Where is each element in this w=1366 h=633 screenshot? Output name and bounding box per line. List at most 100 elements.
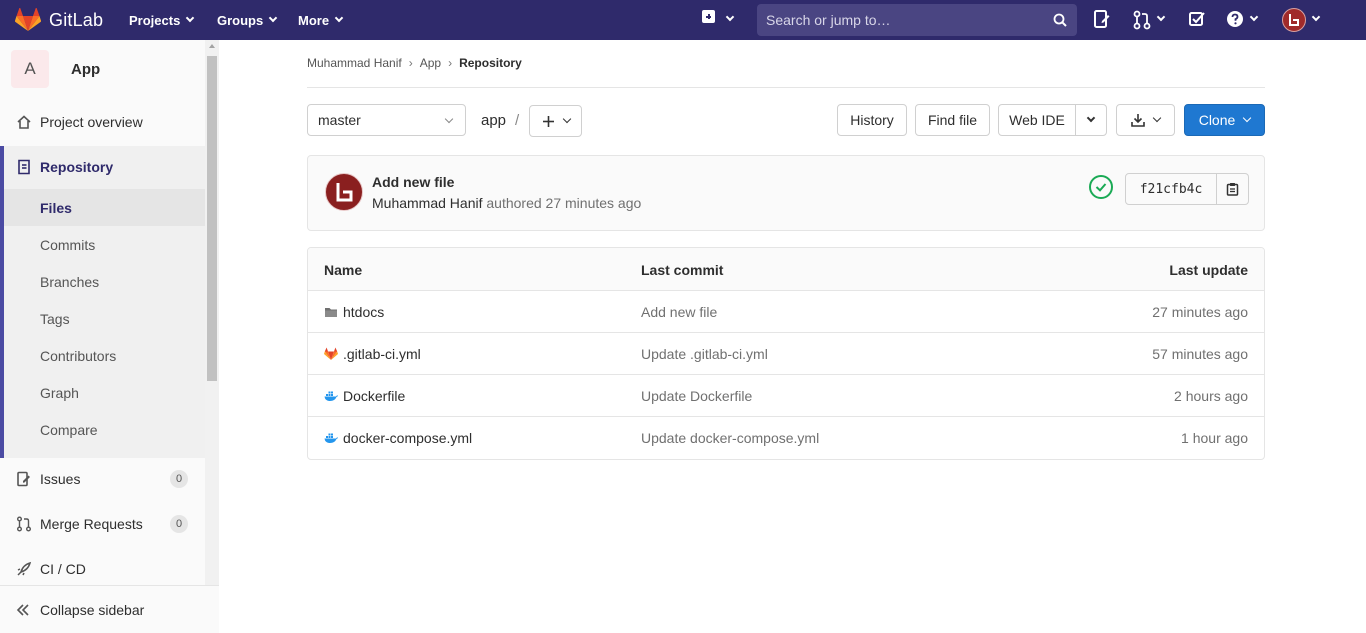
plus-icon [542,115,554,127]
search-icon [1053,13,1067,27]
web-ide-dropdown-toggle[interactable] [1075,104,1107,136]
path-root-link[interactable]: app [481,112,506,129]
clone-button[interactable]: Clone [1184,104,1265,136]
commit-author[interactable]: Muhammad Hanif [372,195,483,211]
last-commit-message[interactable]: Update Dockerfile [641,388,752,404]
file-name: Dockerfile [343,388,406,404]
file-name-cell[interactable]: htdocs [324,304,384,320]
chevron-down-icon [1243,113,1252,123]
search-box[interactable] [757,4,1077,36]
file-name-cell[interactable]: Dockerfile [324,388,405,404]
groups-menu-label: Groups [217,12,264,28]
file-name-cell[interactable]: .gitlab-ci.yml [324,346,421,362]
sidebar-item-tags[interactable]: Tags [4,300,205,337]
help-icon[interactable] [1226,10,1244,30]
file-name-cell[interactable]: docker-compose.yml [324,430,472,446]
gitlab-logo[interactable]: GitLab [15,8,103,32]
merge-request-nav-icon[interactable] [1133,10,1151,30]
sidebar-item-project-overview[interactable]: Project overview [0,103,205,140]
history-button-label: History [850,112,894,128]
column-header-last-commit: Last commit [641,262,724,278]
folder-icon [325,308,337,317]
sidebar-item-ci-cd[interactable]: CI / CD [0,550,205,587]
branch-select-value: master [318,112,361,128]
table-row[interactable]: htdocs Add new file 27 minutes ago [308,291,1264,333]
sidebar-item-label: Repository [40,158,114,175]
breadcrumb-user[interactable]: Muhammad Hanif [307,56,402,70]
home-icon [17,115,31,129]
brand-name: GitLab [49,9,104,30]
breadcrumb-project[interactable]: App [420,56,441,70]
download-icon [1131,114,1145,127]
breadcrumb-current[interactable]: Repository [459,56,522,70]
more-menu[interactable]: More [298,0,344,40]
sidebar-project-header[interactable]: A App [11,50,100,88]
table-row[interactable]: docker-compose.yml Update docker-compose… [308,417,1264,459]
project-name: App [71,60,101,78]
last-commit-message[interactable]: Add new file [641,304,717,320]
user-avatar[interactable] [1282,8,1306,32]
web-ide-button-label: Web IDE [1009,112,1065,128]
docker-file-icon [324,433,338,444]
column-header-name: Name [324,262,363,278]
chevron-down-icon [725,12,735,22]
table-row[interactable]: Dockerfile Update Dockerfile 2 hours ago [308,375,1264,417]
find-file-button[interactable]: Find file [915,104,990,136]
commit-title[interactable]: Add new file [372,174,454,190]
last-update-time: 2 hours ago [1174,388,1248,404]
sidebar-item-graph[interactable]: Graph [4,374,205,411]
sidebar-item-branches[interactable]: Branches [4,263,205,300]
clipboard-icon [1226,183,1239,196]
gitlab-file-icon [324,347,338,360]
projects-menu[interactable]: Projects [129,0,195,40]
branch-select[interactable]: master [307,104,466,136]
project-sidebar: A App Project overview Repository Files … [0,40,219,633]
sidebar-item-repository[interactable]: Repository [4,148,205,185]
scrollbar-thumb[interactable] [207,56,217,381]
rocket-icon [17,561,32,576]
commit-author-avatar[interactable] [325,173,363,211]
check-icon [1095,183,1107,192]
more-menu-label: More [298,12,330,28]
sidebar-item-commits[interactable]: Commits [4,226,205,263]
column-header-last-update: Last update [1169,262,1248,278]
sidebar-item-merge-requests[interactable]: Merge Requests 0 [0,505,205,542]
chevron-down-icon [1086,113,1096,123]
download-dropdown[interactable] [1116,104,1175,136]
last-commit-message[interactable]: Update .gitlab-ci.yml [641,346,768,362]
history-button[interactable]: History [837,104,907,136]
table-row[interactable]: .gitlab-ci.yml Update .gitlab-ci.yml 57 … [308,333,1264,375]
add-to-tree-dropdown[interactable] [529,105,582,137]
groups-menu[interactable]: Groups [217,0,278,40]
commit-sha-group: f21cfb4c [1125,173,1249,205]
collapse-sidebar-button[interactable]: Collapse sidebar [0,585,219,633]
issues-icon [17,471,30,487]
avatar-glyph-icon [336,183,353,202]
top-navbar: GitLab Projects Groups More [0,0,1366,40]
sidebar-item-label: Commits [40,236,96,253]
sidebar-item-issues[interactable]: Issues 0 [0,460,205,497]
commit-sha[interactable]: f21cfb4c [1125,173,1217,205]
breadcrumb-separator-icon: › [408,56,413,70]
scroll-up-arrow-icon[interactable] [209,44,215,48]
issues-nav-icon[interactable] [1094,10,1110,30]
pipeline-passed-icon[interactable] [1089,175,1113,199]
breadcrumb-separator-icon: › [448,56,453,70]
path-separator: / [515,112,520,129]
last-commit-message[interactable]: Update docker-compose.yml [641,430,819,446]
sidebar-item-compare[interactable]: Compare [4,411,205,448]
sidebar-scrollbar[interactable] [205,40,219,585]
sidebar-item-contributors[interactable]: Contributors [4,337,205,374]
chevron-down-icon [186,13,195,23]
todo-nav-icon[interactable] [1189,10,1205,30]
table-header: Name Last commit Last update [308,248,1264,291]
web-ide-button[interactable]: Web IDE [998,104,1076,136]
copy-sha-button[interactable] [1217,173,1249,205]
chevron-down-icon [562,114,571,124]
sidebar-item-files[interactable]: Files [4,189,205,226]
search-input[interactable] [757,4,1077,36]
new-dropdown-button[interactable] [702,10,715,23]
gitlab-tanuki-icon [15,8,41,31]
sidebar-item-label: CI / CD [40,560,86,577]
chevron-down-icon [1311,12,1321,22]
